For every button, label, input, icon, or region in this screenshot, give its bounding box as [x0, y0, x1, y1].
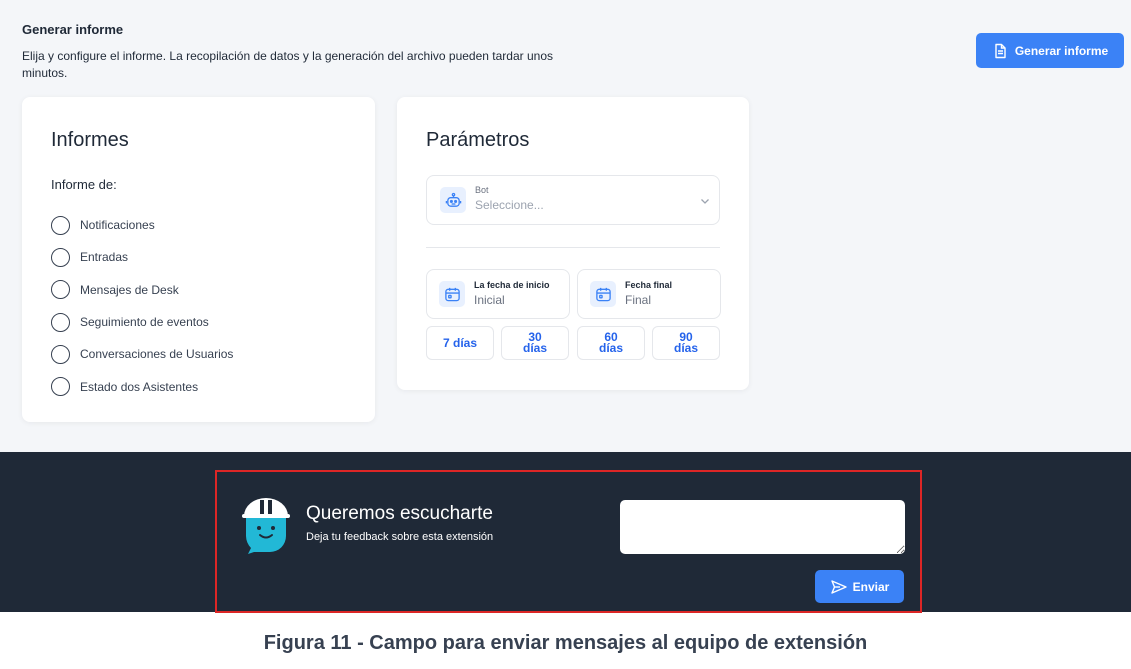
radio-button[interactable] — [51, 344, 70, 364]
range-90-days-button[interactable]: 90 días — [652, 326, 720, 360]
bot-icon-box — [440, 187, 466, 213]
range-60-days-button[interactable]: 60 días — [577, 326, 645, 360]
document-icon — [995, 43, 1006, 58]
radio-label: Entradas — [80, 250, 129, 265]
app-window: Generar informe Elija y configure el inf… — [0, 0, 1131, 613]
range-30-days-button[interactable]: 30 días — [501, 326, 569, 360]
radio-button[interactable] — [51, 215, 70, 235]
start-date-picker[interactable]: La fecha de inicio Inicial — [426, 269, 570, 319]
feedback-subtitle: Deja tu feedback sobre esta extensión — [306, 531, 494, 543]
report-type-radio-group: Notificaciones Entradas Mensajes de Desk… — [51, 209, 233, 403]
radio-option-mensajes-desk[interactable]: Mensajes de Desk — [51, 274, 233, 306]
bot-placeholder: Seleccione... — [475, 197, 544, 212]
divider — [426, 247, 720, 248]
radio-option-notificaciones[interactable]: Notificaciones — [51, 209, 233, 241]
range-7-days-button[interactable]: 7 días — [426, 326, 494, 360]
calendar-icon-box — [439, 281, 465, 307]
radio-button[interactable] — [51, 280, 70, 300]
robot-icon — [445, 192, 461, 207]
end-date-picker[interactable]: Fecha final Final — [577, 269, 721, 319]
feedback-input[interactable] — [620, 500, 905, 554]
radio-option-entradas[interactable]: Entradas — [51, 241, 233, 273]
calendar-icon-box — [590, 281, 616, 307]
radio-label: Notificaciones — [80, 218, 155, 233]
mascot-icon — [242, 498, 290, 554]
calendar-icon — [595, 287, 611, 301]
radio-label: Conversaciones de Usuarios — [80, 347, 234, 362]
radio-button[interactable] — [51, 247, 70, 267]
feedback-title: Queremos escucharte — [306, 503, 493, 524]
start-date-value: Inicial — [474, 292, 505, 307]
figure-caption: Figura 11 - Campo para enviar mensajes a… — [263, 632, 868, 654]
parametros-title: Parámetros — [426, 129, 530, 151]
chevron-down-icon — [701, 199, 709, 204]
informes-title: Informes — [51, 129, 129, 151]
informes-subtitle: Informe de: — [51, 177, 117, 192]
radio-option-seguimiento-eventos[interactable]: Seguimiento de eventos — [51, 306, 233, 338]
radio-label: Mensajes de Desk — [80, 282, 179, 297]
radio-button[interactable] — [51, 312, 70, 332]
bot-select[interactable]: Bot Seleccione... — [426, 175, 720, 225]
informes-card: Informes Informe de: Notificaciones Entr… — [22, 97, 375, 422]
radio-option-estado-asistentes[interactable]: Estado dos Asistentes — [51, 370, 233, 402]
start-date-label: La fecha de inicio — [474, 279, 550, 290]
end-date-label: Fecha final — [625, 279, 673, 290]
radio-button[interactable] — [51, 377, 70, 397]
page-header: Generar informe Elija y configure el inf… — [22, 22, 582, 82]
page-description: Elija y configure el informe. La recopil… — [22, 49, 553, 80]
calendar-icon — [444, 287, 460, 301]
generate-report-button[interactable]: Generar informe — [976, 33, 1124, 68]
bot-label: Bot — [475, 184, 489, 195]
radio-label: Seguimiento de eventos — [80, 315, 209, 330]
send-feedback-label: Enviar — [852, 579, 890, 594]
send-icon — [830, 579, 847, 594]
feedback-footer: Queremos escucharte Deja tu feedback sob… — [0, 452, 1131, 613]
radio-option-conversaciones-usuarios[interactable]: Conversaciones de Usuarios — [51, 338, 233, 370]
page-title: Generar informe — [22, 22, 124, 37]
send-feedback-button[interactable]: Enviar — [815, 570, 904, 603]
end-date-value: Final — [625, 292, 652, 307]
generate-report-label: Generar informe — [1014, 43, 1109, 58]
radio-label: Estado dos Asistentes — [80, 379, 199, 394]
parametros-card: Parámetros Bot Seleccione... La fecha de… — [397, 97, 749, 390]
